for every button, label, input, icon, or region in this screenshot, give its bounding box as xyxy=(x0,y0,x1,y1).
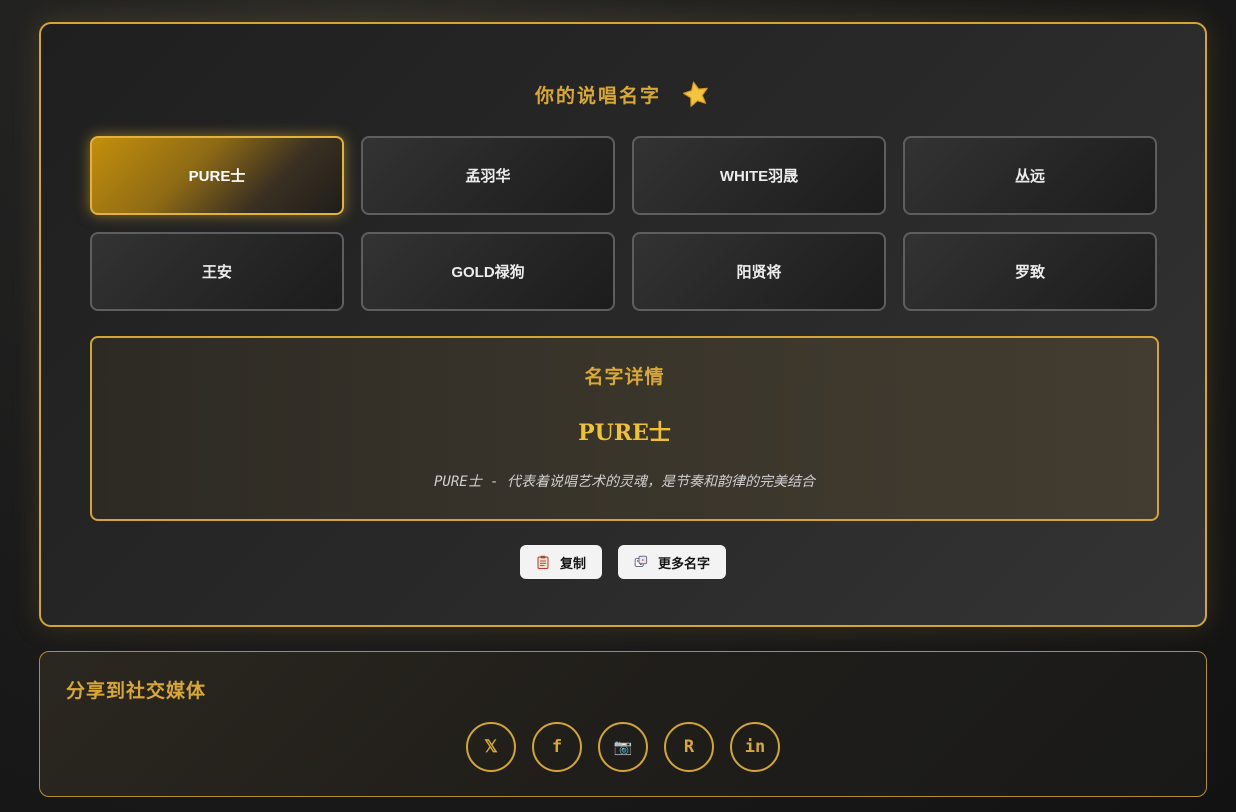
more-names-button[interactable]: 更多名字 xyxy=(618,545,727,579)
name-option-yangxian[interactable]: 阳贤将 xyxy=(632,232,886,311)
detail-description: PURE士 - 代表着说唱艺术的灵魂，是节奏和韵律的完美结合 xyxy=(434,474,815,490)
share-title: 分享到社交媒体 xyxy=(66,680,207,702)
camera-icon: 📷 xyxy=(613,738,633,756)
share-linkedin-button[interactable]: in xyxy=(730,722,780,772)
x-icon: 𝕏 xyxy=(484,737,498,757)
social-buttons: 𝕏 f 📷 R in xyxy=(40,722,1206,772)
name-option-meng[interactable]: 孟羽华 xyxy=(361,136,615,215)
linkedin-icon: in xyxy=(744,737,766,757)
name-detail-panel: 名字详情 PURE士 PURE士 - 代表着说唱艺术的灵魂，是节奏和韵律的完美结… xyxy=(90,336,1159,521)
clipboard-icon xyxy=(537,555,549,569)
title-row: 你的说唱名字 xyxy=(41,76,1205,112)
share-instagram-button[interactable]: 📷 xyxy=(598,722,648,772)
reddit-icon: R xyxy=(683,737,695,757)
copy-button[interactable]: 复制 xyxy=(519,545,602,579)
name-option-wangan[interactable]: 王安 xyxy=(90,232,344,311)
name-option-white[interactable]: WHITE羽晟 xyxy=(632,136,886,215)
detail-name: PURE士 xyxy=(578,420,671,446)
share-panel: 分享到社交媒体 𝕏 f 📷 R in xyxy=(39,651,1207,797)
name-option-gold[interactable]: GOLD禄狗 xyxy=(361,232,615,311)
action-row: 复制 更多名字 xyxy=(41,545,1205,579)
name-grid: PURE士 孟羽华 WHITE羽晟 丛远 王安 GOLD禄狗 阳贤将 罗致 xyxy=(90,136,1159,311)
facebook-icon: f xyxy=(551,737,563,757)
name-option-pure[interactable]: PURE士 xyxy=(90,136,344,215)
share-facebook-button[interactable]: f xyxy=(532,722,582,772)
more-names-button-label: 更多名字 xyxy=(658,556,711,572)
copy-button-label: 复制 xyxy=(559,556,586,572)
name-generator-card: 你的说唱名字 PURE士 孟羽华 WHITE羽晟 丛远 王安 GOLD禄狗 阳贤… xyxy=(39,22,1207,627)
name-option-congyuan[interactable]: 丛远 xyxy=(903,136,1157,215)
page-title: 你的说唱名字 xyxy=(534,84,661,107)
dice-icon xyxy=(634,555,648,567)
detail-heading: 名字详情 xyxy=(584,366,665,388)
name-option-luozhi[interactable]: 罗致 xyxy=(903,232,1157,311)
share-x-button[interactable]: 𝕏 xyxy=(466,722,516,772)
share-reddit-button[interactable]: R xyxy=(664,722,714,772)
star-icon xyxy=(682,81,708,107)
